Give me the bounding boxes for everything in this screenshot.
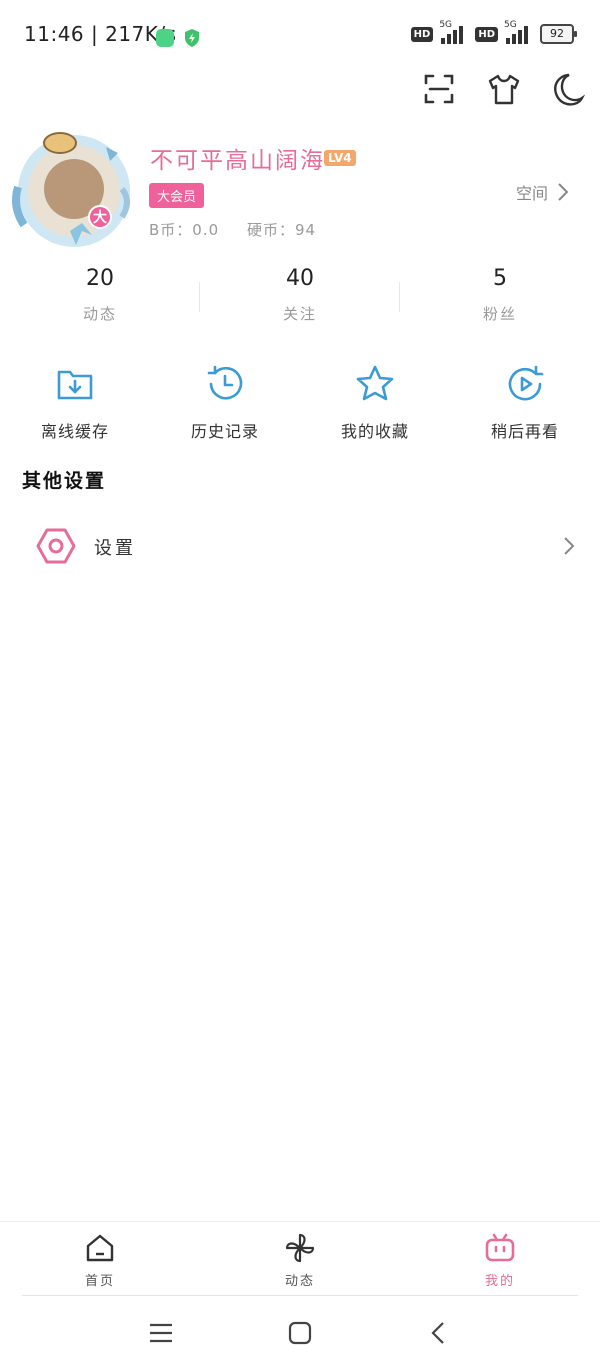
action-label: 我的收藏 xyxy=(340,422,409,441)
history-icon xyxy=(207,365,243,400)
app-notification-icon xyxy=(156,29,174,51)
coin: 硬币：94 xyxy=(246,221,317,239)
security-shield-icon xyxy=(184,29,200,51)
download-folder-icon xyxy=(57,370,93,400)
back-icon[interactable] xyxy=(424,1318,454,1348)
signal-icon-2: 5G xyxy=(504,20,534,44)
chevron-right-icon xyxy=(564,537,575,555)
menu-icon[interactable] xyxy=(146,1318,176,1348)
hd-badge: HD xyxy=(410,26,434,42)
nav-home[interactable]: 首页 xyxy=(0,1222,200,1296)
nav-label: 我的 xyxy=(484,1274,515,1289)
level-badge: LV4 xyxy=(324,150,356,166)
coins-row: B币：0.0 硬币：94 xyxy=(149,219,338,240)
signal-icon: 5G xyxy=(439,20,469,44)
avatar[interactable]: 大 xyxy=(10,127,138,255)
action-label: 稍后再看 xyxy=(490,422,559,441)
settings-label: 设置 xyxy=(94,538,136,559)
status-time: 11:46 | 217K/s xyxy=(24,22,177,46)
avatar-vip-badge: 大 xyxy=(93,210,107,226)
system-nav-bar xyxy=(0,1300,600,1367)
vip-badge: 大会员 xyxy=(149,183,205,208)
action-label: 历史记录 xyxy=(190,422,259,441)
nav-mine[interactable]: 我的 xyxy=(400,1222,600,1296)
hd-badge-2: HD xyxy=(475,26,498,42)
stat-followers[interactable]: 5 粉丝 xyxy=(400,262,600,324)
nav-label: 首页 xyxy=(84,1274,115,1289)
space-link[interactable]: 空间 xyxy=(516,180,568,204)
b-coin: B币：0.0 xyxy=(149,221,220,239)
home-icon xyxy=(86,1234,114,1262)
bottom-nav: 首页 动态 我的 xyxy=(0,1221,600,1296)
history-button[interactable]: 历史记录 xyxy=(150,362,300,442)
username: 不可平高山阔海 xyxy=(150,148,325,174)
scan-icon[interactable] xyxy=(420,70,458,108)
favorites-button[interactable]: 我的收藏 xyxy=(300,362,450,442)
stat-value: 40 xyxy=(286,266,314,291)
nav-dynamics[interactable]: 动态 xyxy=(200,1222,400,1296)
stat-following[interactable]: 40 关注 xyxy=(200,262,400,324)
star-icon xyxy=(356,365,394,401)
stat-label: 动态 xyxy=(82,305,117,323)
tshirt-icon[interactable] xyxy=(485,70,523,108)
offline-cache-button[interactable]: 离线缓存 xyxy=(0,362,150,442)
settings-hex-icon xyxy=(36,528,76,564)
other-settings-title: 其他设置 xyxy=(22,470,107,492)
stat-value: 20 xyxy=(86,266,114,291)
stats-row: 20 动态 40 关注 5 粉丝 xyxy=(0,262,600,324)
pinwheel-icon xyxy=(285,1233,315,1263)
chevron-right-icon xyxy=(558,183,568,201)
battery-icon: 92 xyxy=(540,24,577,44)
stat-label: 关注 xyxy=(282,305,317,323)
tv-icon xyxy=(485,1233,515,1262)
settings-row[interactable]: 设置 xyxy=(0,512,600,580)
space-label: 空间 xyxy=(515,184,548,203)
nav-label: 动态 xyxy=(284,1274,315,1289)
action-label: 离线缓存 xyxy=(40,422,109,441)
home-square-icon[interactable] xyxy=(285,1318,315,1348)
watch-later-icon xyxy=(508,365,544,401)
quick-actions: 离线缓存 历史记录 我的收藏 稍后再看 xyxy=(0,362,600,442)
stat-dynamics[interactable]: 20 动态 xyxy=(0,262,200,324)
status-right: HD 5G HD 5G 92 xyxy=(410,20,577,44)
divider xyxy=(22,1295,578,1296)
moon-icon[interactable] xyxy=(549,70,587,108)
watch-later-button[interactable]: 稍后再看 xyxy=(450,362,600,442)
stat-value: 5 xyxy=(493,266,507,291)
stat-label: 粉丝 xyxy=(482,305,517,323)
